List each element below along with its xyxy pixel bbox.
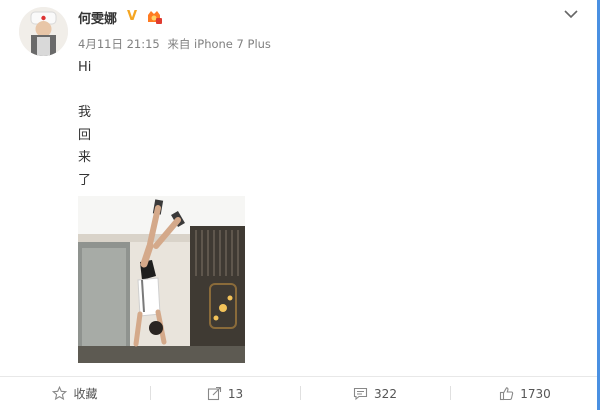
action-bar: 收藏 13 322 1730: [0, 377, 600, 410]
thumbs-up-icon: [500, 387, 514, 401]
repost-button[interactable]: 13: [150, 377, 300, 410]
post-text: Hi 我 回 来 了: [78, 57, 91, 192]
comment-count: 322: [374, 386, 397, 401]
post-line: 我: [78, 105, 92, 120]
vip-badge-icon[interactable]: [145, 9, 163, 25]
star-icon: [52, 386, 68, 401]
weibo-post-card: 何雯娜 V 4月11日 21:15 来自 iPhone 7 Plus Hi 我 …: [0, 0, 600, 410]
username[interactable]: 何雯娜: [78, 8, 117, 27]
post-line: 了: [78, 172, 92, 188]
post-image[interactable]: [78, 196, 245, 363]
post-timestamp[interactable]: 4月11日 21:15: [78, 37, 160, 51]
favorite-label: 收藏: [73, 387, 98, 401]
chevron-down-icon[interactable]: [563, 5, 579, 19]
post-line: 来: [78, 150, 92, 165]
like-button[interactable]: 1730: [450, 377, 600, 410]
repost-count: 13: [227, 386, 244, 401]
post-line: Hi: [78, 60, 92, 75]
share-icon: [207, 386, 221, 401]
post-meta: 4月11日 21:15 来自 iPhone 7 Plus: [78, 36, 275, 52]
post-line: 回: [78, 127, 92, 143]
post-line: [78, 80, 91, 103]
comment-icon: [353, 387, 368, 401]
verified-badge: V: [127, 9, 138, 24]
like-count: 1730: [520, 386, 551, 401]
favorite-button[interactable]: 收藏: [0, 377, 150, 410]
post-source[interactable]: 来自 iPhone 7 Plus: [167, 37, 271, 51]
comment-button[interactable]: 322: [300, 377, 450, 410]
avatar[interactable]: [19, 7, 68, 56]
